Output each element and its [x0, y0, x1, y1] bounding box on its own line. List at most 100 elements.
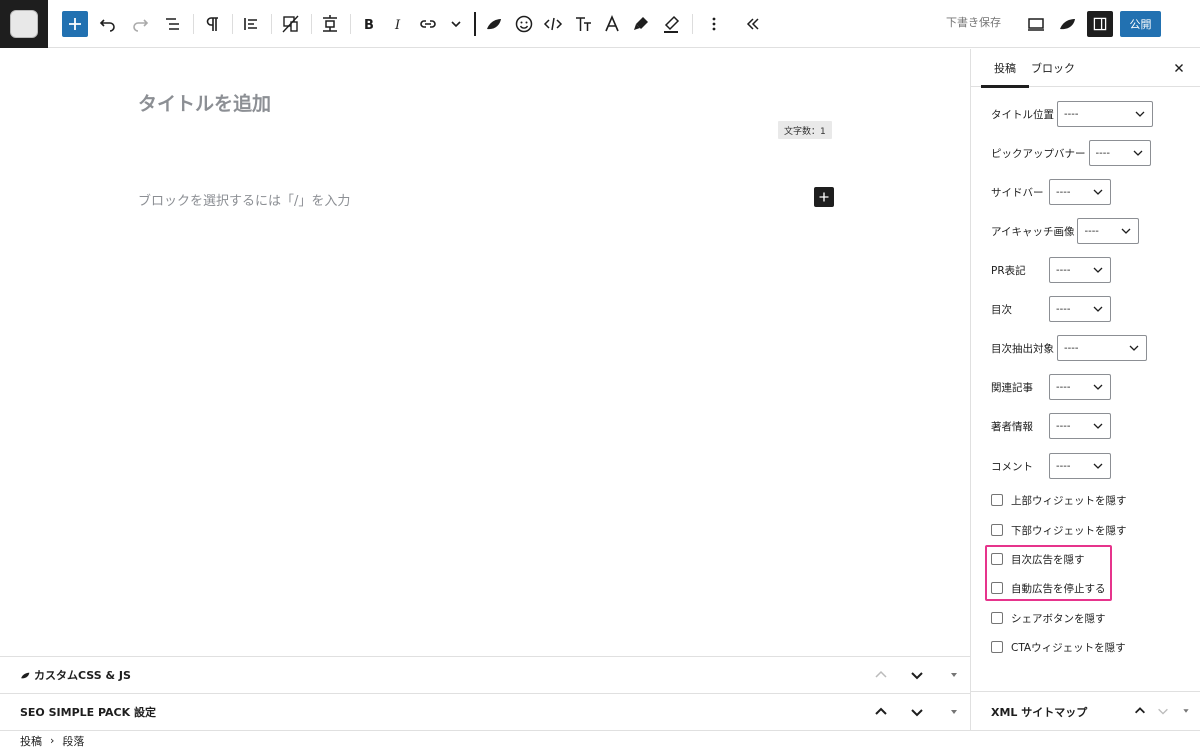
paragraph-block-button[interactable]	[200, 10, 224, 38]
bold-button[interactable]: B	[358, 10, 380, 38]
checkbox-box[interactable]	[991, 641, 1003, 653]
toggle-panel-button[interactable]	[946, 704, 962, 720]
preview-button[interactable]	[1025, 10, 1047, 38]
more-formats-button[interactable]	[446, 10, 466, 38]
select-value: ----	[1056, 420, 1071, 432]
emoji-button[interactable]	[512, 10, 536, 38]
block-options-button[interactable]	[704, 10, 724, 38]
chevron-down-icon	[1122, 228, 1131, 234]
editor-canvas: タイトルを追加 文字数：1 ブロックを選択するには「/」を入力	[0, 49, 970, 656]
italic-button[interactable]: I	[387, 10, 409, 38]
field-label: PR表記	[991, 264, 1026, 277]
chevron-down-icon	[1133, 150, 1142, 156]
breadcrumb-item-post[interactable]: 投稿	[20, 733, 42, 749]
hide-share-buttons-checkbox[interactable]: シェアボタンを隠す	[991, 610, 1106, 626]
field-comments: コメント ----	[991, 453, 1111, 479]
redo-icon	[133, 19, 149, 32]
comments-select[interactable]: ----	[1049, 453, 1111, 479]
chevron-down-icon	[1135, 111, 1145, 117]
site-icon-button[interactable]	[0, 0, 48, 48]
svg-text:I: I	[394, 18, 401, 33]
paragraph-block-input[interactable]: ブロックを選択するには「/」を入力	[138, 190, 350, 209]
align-button[interactable]	[239, 10, 263, 38]
link-icon	[420, 20, 436, 28]
title-position-select[interactable]: ----	[1057, 101, 1153, 127]
chevron-down-icon	[451, 21, 461, 28]
checkbox-label: 下部ウィジェットを隠す	[1011, 524, 1127, 537]
select-value: ----	[1064, 108, 1079, 120]
desktop-preview-icon	[1028, 18, 1044, 31]
checkbox-box[interactable]	[991, 494, 1003, 506]
metabox-custom-css-js: カスタムCSS & JS	[0, 656, 970, 693]
metabox-seo-simple-pack: SEO SIMPLE PACK 設定	[0, 693, 970, 730]
field-label: アイキャッチ画像	[991, 225, 1075, 238]
chevron-down-icon	[911, 672, 923, 680]
hide-cta-widget-checkbox[interactable]: CTAウィジェットを隠す	[991, 639, 1126, 655]
move-down-button[interactable]	[909, 667, 925, 683]
move-down-button[interactable]	[909, 704, 925, 720]
toggle-panel-button[interactable]	[946, 667, 962, 683]
field-pr-notice: PR表記 ----	[991, 257, 1111, 283]
field-toc: 目次 ----	[991, 296, 1111, 322]
move-up-button[interactable]	[873, 704, 889, 720]
move-up-button[interactable]	[873, 667, 889, 683]
margin-settings-button[interactable]	[318, 10, 342, 38]
chevron-up-icon[interactable]	[1133, 704, 1147, 718]
toc-target-select[interactable]: ----	[1057, 335, 1147, 361]
inline-code-button[interactable]	[541, 10, 565, 38]
tab-block[interactable]: ブロック	[1029, 49, 1077, 87]
marker-button[interactable]	[629, 10, 653, 38]
checkbox-box[interactable]	[991, 612, 1003, 624]
hide-bottom-widget-checkbox[interactable]: 下部ウィジェットを隠す	[991, 522, 1127, 538]
spacing-icon	[323, 15, 337, 32]
highlight-button[interactable]	[659, 10, 683, 38]
italic-icon: I	[394, 18, 401, 33]
more-vertical-icon	[712, 17, 716, 31]
collapse-toolbar-button[interactable]	[742, 10, 764, 38]
field-label: 目次	[991, 303, 1012, 316]
close-icon	[1175, 64, 1183, 72]
block-inserter-button[interactable]	[62, 11, 88, 37]
hide-top-widget-checkbox[interactable]: 上部ウィジェットを隠す	[991, 492, 1127, 508]
caret-down-icon[interactable]	[1179, 704, 1193, 718]
field-label: 関連記事	[991, 381, 1033, 394]
tab-post[interactable]: 投稿	[981, 49, 1029, 88]
align-left-icon	[244, 18, 257, 30]
panel-title: XML サイトマップ	[991, 706, 1088, 719]
chevron-down-icon[interactable]	[1156, 704, 1170, 718]
text-color-button[interactable]	[600, 10, 624, 38]
sidebar-select[interactable]: ----	[1049, 179, 1111, 205]
document-overview-button[interactable]	[161, 10, 185, 38]
toc-select[interactable]: ----	[1049, 296, 1111, 322]
eyecatch-select[interactable]: ----	[1077, 218, 1140, 244]
related-posts-select[interactable]: ----	[1049, 374, 1111, 400]
post-title-input[interactable]: タイトルを追加	[138, 89, 271, 116]
field-label: 目次抽出対象	[991, 342, 1054, 355]
field-label: ピックアップバナー	[991, 147, 1086, 160]
undo-button[interactable]	[97, 10, 119, 38]
pr-notice-select[interactable]: ----	[1049, 257, 1111, 283]
pickup-banner-select[interactable]: ----	[1088, 140, 1151, 166]
caret-down-icon	[951, 710, 957, 714]
redo-button[interactable]	[129, 10, 151, 38]
breadcrumb-item-paragraph[interactable]: 段落	[62, 733, 84, 749]
author-info-select[interactable]: ----	[1049, 413, 1111, 439]
settings-sidebar-toggle[interactable]	[1087, 11, 1113, 37]
select-value: ----	[1056, 460, 1071, 472]
close-sidebar-button[interactable]	[1171, 60, 1187, 76]
save-draft-button[interactable]: 下書き保存	[946, 14, 1001, 30]
chevron-up-icon	[875, 670, 887, 678]
add-block-button[interactable]	[814, 187, 834, 207]
field-toc-target: 目次抽出対象 ----	[991, 335, 1147, 361]
chevron-down-icon	[1093, 423, 1103, 429]
swell-logo-icon	[1060, 19, 1075, 30]
field-author-info: 著者情報 ----	[991, 413, 1111, 439]
link-button[interactable]	[416, 10, 440, 38]
publish-button[interactable]: 公開	[1120, 11, 1161, 37]
swell-format-button[interactable]	[482, 10, 506, 38]
font-size-button[interactable]	[571, 10, 595, 38]
checkbox-box[interactable]	[991, 524, 1003, 536]
metabox-title: カスタムCSS & JS	[34, 669, 131, 682]
device-visibility-button[interactable]	[278, 10, 304, 38]
swell-settings-button[interactable]	[1056, 10, 1080, 38]
